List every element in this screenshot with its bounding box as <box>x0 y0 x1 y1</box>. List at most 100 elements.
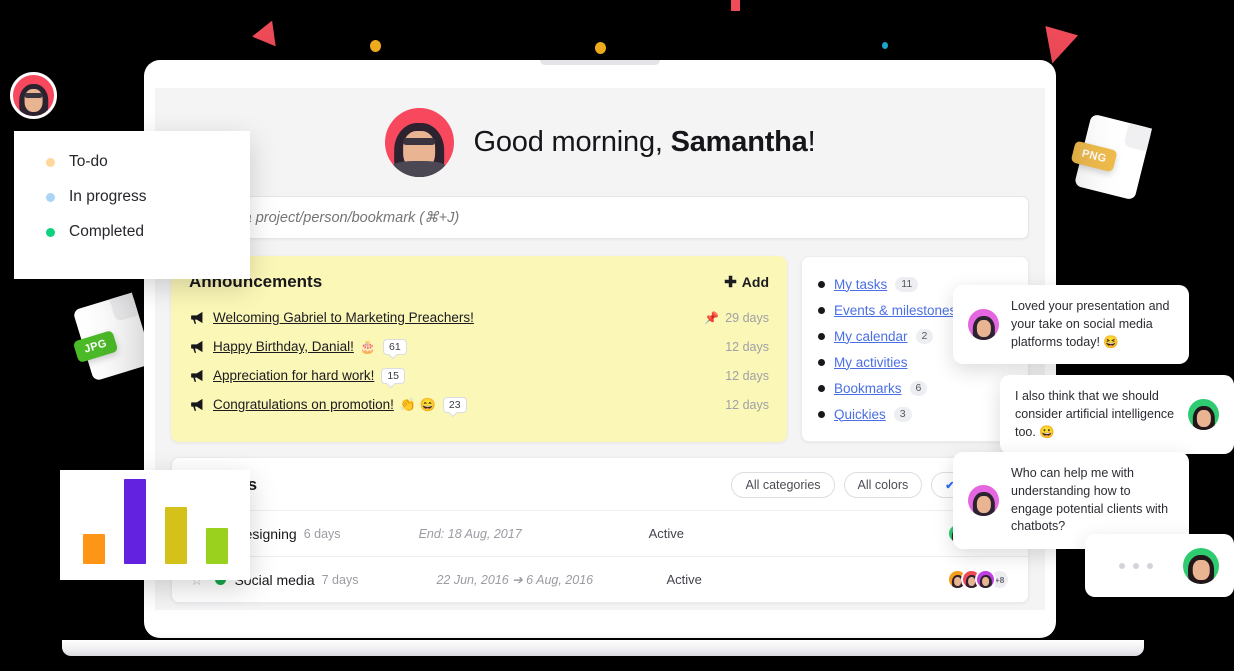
announcement-age: 29 days <box>725 310 769 325</box>
search-bar[interactable] <box>171 196 1029 239</box>
avatar[interactable] <box>968 485 999 516</box>
plus-icon: ✚ <box>724 273 737 291</box>
bar-4 <box>205 528 228 564</box>
avatar-art <box>981 576 990 587</box>
project-duration: 6 days <box>303 526 341 541</box>
add-label: Add <box>741 274 769 290</box>
typing-dot <box>1119 562 1125 569</box>
status-dot-completed <box>46 227 55 237</box>
bullet-icon <box>818 384 825 392</box>
task-link[interactable]: Events & milestones <box>834 303 956 318</box>
typing-indicator-bubble <box>1085 534 1234 597</box>
confetti-dot-orange-1 <box>370 40 381 52</box>
user-avatar[interactable] <box>384 107 454 177</box>
announcement-link[interactable]: Appreciation for hard work! <box>213 368 374 383</box>
announcements-header: Announcements ✚ Add <box>189 272 769 292</box>
announcement-meta: 12 days <box>725 398 769 412</box>
avatar[interactable] <box>975 569 996 590</box>
projects-panel: Projects All categories All colors ✔Acti… <box>171 457 1029 603</box>
announcement-row[interactable]: Appreciation for hard work! 15 12 days <box>189 361 769 390</box>
file-chip-jpg: JPG <box>72 292 154 382</box>
reaction-emoji: 🎂 <box>359 338 377 354</box>
avatar-art <box>976 495 991 513</box>
confetti-square-pink <box>731 0 740 11</box>
legend-label: Completed <box>69 223 144 240</box>
task-count-badge: 3 <box>893 406 912 422</box>
bullet-icon <box>818 332 825 340</box>
task-link[interactable]: My calendar <box>834 329 908 344</box>
avatar-stack[interactable]: +8 <box>947 569 1010 590</box>
filter-all-colors[interactable]: All colors <box>843 472 923 498</box>
avatar-art <box>391 161 447 177</box>
avatar-art <box>976 319 991 338</box>
legend-label: In progress <box>69 188 147 205</box>
announcement-age: 12 days <box>725 339 769 354</box>
comment-count-badge[interactable]: 61 <box>383 338 407 355</box>
bar-2 <box>123 479 146 564</box>
task-link[interactable]: My tasks <box>834 277 887 292</box>
avatar-art <box>24 93 43 98</box>
sidebar-item-quickies[interactable]: Quickies 3 <box>818 401 1012 427</box>
avatar-art <box>1196 409 1211 428</box>
bar-chart-card <box>60 470 250 580</box>
status-dot-todo <box>46 157 55 167</box>
app-screen: Good morning, Samantha! Announcements ✚ <box>155 88 1045 610</box>
avatar[interactable] <box>1188 399 1219 431</box>
avatar[interactable] <box>968 309 999 341</box>
status-badge: Active <box>648 526 684 541</box>
bullet-icon <box>818 358 825 366</box>
projects-header: Projects All categories All colors ✔Acti… <box>172 458 1028 510</box>
file-chip-png: PNG <box>1070 113 1153 201</box>
announcement-row[interactable]: Congratulations on promotion! 👏 😄 23 12 … <box>189 390 769 419</box>
bar-1 <box>82 533 105 564</box>
announcement-link[interactable]: Congratulations on promotion! <box>213 397 394 412</box>
announcement-row[interactable]: Happy Birthday, Danial! 🎂 61 12 days <box>189 332 769 361</box>
chat-bubble-outgoing: I also think that we should consider art… <box>1000 375 1234 455</box>
comment-count-badge[interactable]: 23 <box>442 396 467 413</box>
status-legend-card: To-do In progress Completed <box>14 131 250 279</box>
announcement-meta: 12 days <box>725 340 769 354</box>
bullet-icon <box>818 306 825 314</box>
add-announcement-button[interactable]: ✚ Add <box>724 274 769 290</box>
task-link[interactable]: My activities <box>834 355 908 370</box>
avatar-art <box>1192 559 1210 580</box>
avatar[interactable] <box>1183 547 1219 584</box>
legend-item-todo: To-do <box>46 153 250 171</box>
task-count-badge: 11 <box>895 276 919 292</box>
announcement-meta: 12 days <box>725 369 769 383</box>
task-count-badge: 6 <box>909 380 928 396</box>
announcement-link[interactable]: Happy Birthday, Danial! <box>213 339 354 354</box>
laptop-base <box>62 640 1144 656</box>
comment-count-badge[interactable]: 15 <box>381 367 406 384</box>
project-dates: 22 Jun, 2016 ➔ 6 Aug, 2016 <box>436 573 594 587</box>
announcement-age: 12 days <box>725 397 769 412</box>
typing-dots <box>1119 562 1153 569</box>
avatar[interactable] <box>10 72 57 119</box>
page-title: Good morning, Samantha! <box>474 126 816 159</box>
task-link[interactable]: Quickies <box>834 407 886 422</box>
announcement-link[interactable]: Welcoming Gabriel to Marketing Preachers… <box>213 310 474 325</box>
bar-chart-plot <box>60 470 250 580</box>
search-input[interactable] <box>188 209 1012 226</box>
megaphone-icon <box>191 311 203 324</box>
filter-all-categories[interactable]: All categories <box>731 472 835 498</box>
confetti-dot-orange-2 <box>595 42 606 54</box>
chat-message-text: Who can help me with understanding how t… <box>1011 466 1169 534</box>
pin-icon: 📌 <box>704 310 720 325</box>
announcements-panel: Announcements ✚ Add Welcoming Gabriel to… <box>171 256 787 442</box>
announcement-row[interactable]: Welcoming Gabriel to Marketing Preachers… <box>189 303 769 332</box>
avatar-art <box>403 137 435 146</box>
table-row[interactable]: ☆ Designing 6 days End: 18 Aug, 2017 Act… <box>172 510 1028 556</box>
greeting-name: Samantha <box>670 125 808 158</box>
project-dates: End: 18 Aug, 2017 <box>418 526 522 541</box>
greeting-header: Good morning, Samantha! <box>169 88 1031 196</box>
sidebar-item-bookmarks[interactable]: Bookmarks 6 <box>818 375 1012 401</box>
chat-bubble-incoming: Loved your presentation and your take on… <box>953 285 1189 365</box>
announcement-age: 12 days <box>725 368 769 383</box>
announcement-meta: 📌 29 days <box>704 311 769 325</box>
task-link[interactable]: Bookmarks <box>834 381 902 396</box>
laptop-window: Good morning, Samantha! Announcements ✚ <box>144 60 1056 638</box>
task-count-badge: 2 <box>915 328 934 344</box>
confetti-dot-cyan <box>882 42 888 49</box>
table-row[interactable]: ☆ Social media 7 days 22 Jun, 2016 ➔ 6 A… <box>172 556 1028 602</box>
